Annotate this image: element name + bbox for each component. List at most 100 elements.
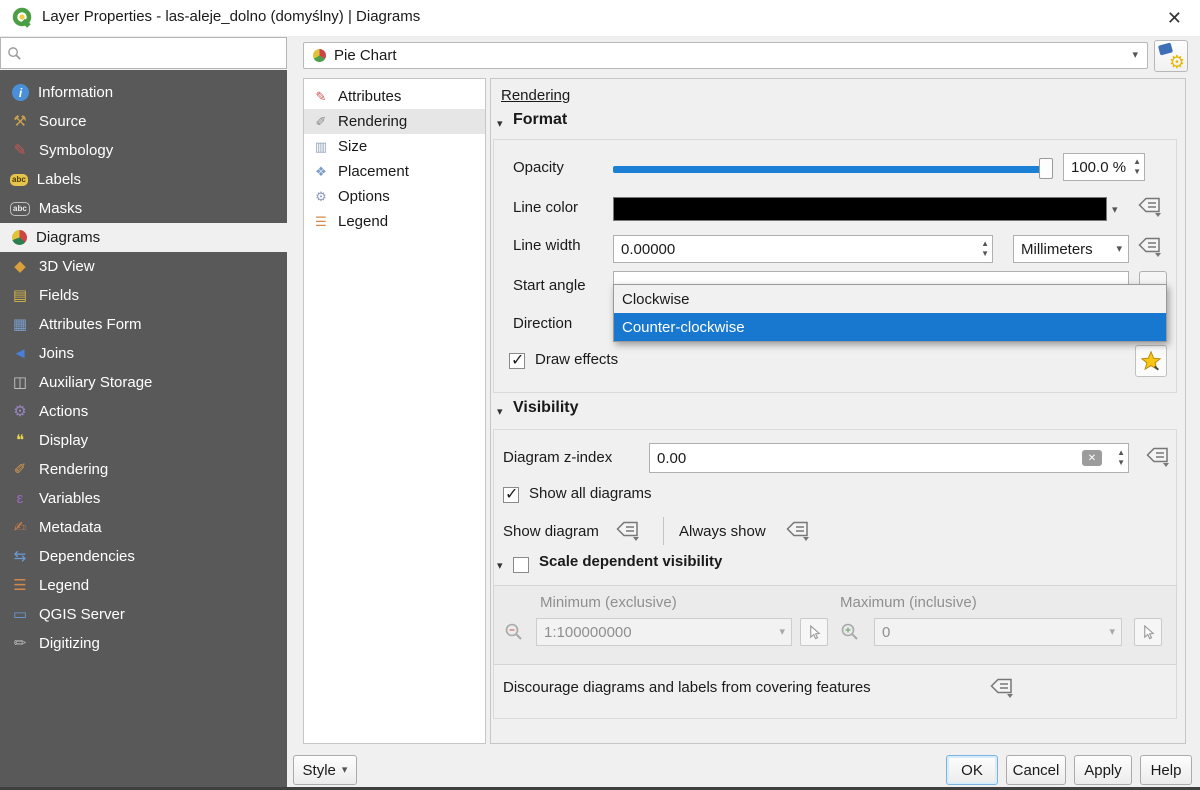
diagram-type-combo[interactable]: Pie Chart ▾	[303, 42, 1148, 69]
sidebar-item-information[interactable]: iInformation	[0, 78, 287, 107]
sidebar-item-rendering[interactable]: ✐Rendering	[0, 455, 287, 484]
search-icon	[7, 46, 22, 61]
scale-dependent-label: Scale dependent visibility	[539, 553, 722, 570]
clear-field-icon[interactable]: ✕	[1082, 450, 1102, 466]
spin-arrows[interactable]: ▲▼	[1117, 449, 1125, 467]
symbology-icon: ✎	[10, 143, 30, 158]
apply-button-label: Apply	[1084, 762, 1122, 779]
line-color-dropdown-icon[interactable]: ▾	[1112, 205, 1118, 216]
z-index-override-button[interactable]	[1143, 445, 1173, 471]
opacity-slider-track[interactable]	[613, 166, 1041, 173]
diagram-z-index-spinbox[interactable]: 0.00 ✕ ▲▼	[649, 443, 1129, 473]
sidebar-item-fields[interactable]: ▤Fields	[0, 281, 287, 310]
legend-icon: ☰	[10, 578, 30, 593]
opacity-spinbox[interactable]: 100.0 % ▲▼	[1063, 153, 1145, 181]
chevron-down-icon: ▾	[342, 765, 348, 776]
line-color-override-button[interactable]	[1135, 195, 1165, 221]
variables-icon: ε	[10, 491, 30, 506]
scale-dependent-checkbox[interactable]	[513, 557, 529, 573]
sidebar-item-dependencies[interactable]: ⇆Dependencies	[0, 542, 287, 571]
close-icon[interactable]: ✕	[1163, 6, 1186, 31]
start-angle-spinbox[interactable]	[613, 271, 1129, 284]
spin-up-icon[interactable]: ▲	[1133, 158, 1141, 166]
3d-view-icon: ◆	[10, 259, 30, 274]
sidebar-item-legend[interactable]: ☰Legend	[0, 571, 287, 600]
spin-down-icon[interactable]: ▼	[1133, 168, 1141, 176]
attributes-icon: ✎	[312, 90, 330, 103]
spin-down-icon[interactable]: ▼	[981, 250, 989, 258]
sidebar-item-metadata[interactable]: ✍Metadata	[0, 513, 287, 542]
show-diagram-override-button[interactable]	[613, 519, 643, 545]
minimum-scale-value: 1:100000000	[544, 624, 632, 641]
collapse-icon-scale-dependent[interactable]: ▾	[497, 559, 503, 572]
tab-options[interactable]: ⚙Options	[304, 184, 485, 209]
show-all-diagrams-checkbox[interactable]: ✓	[503, 487, 519, 503]
actions-icon: ⚙	[10, 404, 30, 419]
line-width-unit-combo[interactable]: Millimeters ▾	[1013, 235, 1129, 263]
sidebar-item-actions[interactable]: ⚙Actions	[0, 397, 287, 426]
sidebar-item-diagrams[interactable]: Diagrams	[0, 223, 287, 252]
spin-down-icon[interactable]: ▼	[1117, 459, 1125, 467]
window-title: Layer Properties - las-aleje_dolno (domy…	[42, 8, 420, 25]
direction-option-clockwise[interactable]: Clockwise	[614, 285, 1166, 313]
spin-up-icon[interactable]: ▲	[981, 240, 989, 248]
dependencies-icon: ⇆	[10, 549, 30, 564]
sidebar-item-source[interactable]: ⚒Source	[0, 107, 287, 136]
help-button[interactable]: Help	[1140, 755, 1192, 785]
option-label: Counter-clockwise	[622, 319, 745, 336]
draw-effects-checkbox[interactable]: ✓	[509, 353, 525, 369]
effects-customize-button[interactable]	[1135, 345, 1167, 377]
always-show-override-button[interactable]	[783, 519, 813, 545]
automated-placement-settings-button[interactable]: ⚙	[1154, 40, 1188, 72]
display-icon: ❝	[10, 433, 30, 448]
sidebar-item-attributes-form[interactable]: ▦Attributes Form	[0, 310, 287, 339]
style-button[interactable]: Style ▾	[293, 755, 357, 785]
rendering-icon: ✐	[312, 115, 330, 128]
sidebar-item-label: Digitizing	[39, 635, 100, 652]
collapse-icon-format[interactable]: ▾	[497, 117, 503, 130]
sidebar-item-masks[interactable]: abcMasks	[0, 194, 287, 223]
star-icon	[1140, 350, 1162, 372]
minimum-scale-combo[interactable]: 1:100000000 ▾	[536, 618, 792, 646]
sidebar-item-label: Rendering	[39, 461, 108, 478]
spin-arrows[interactable]: ▲▼	[981, 240, 989, 258]
sidebar-item-auxiliary-storage[interactable]: ◫Auxiliary Storage	[0, 368, 287, 397]
opacity-slider-handle[interactable]	[1039, 158, 1053, 179]
line-width-spinbox[interactable]: 0.00000 ▲▼	[613, 235, 993, 263]
ok-button[interactable]: OK	[946, 755, 998, 785]
tab-placement[interactable]: ❖Placement	[304, 159, 485, 184]
sidebar-item-display[interactable]: ❝Display	[0, 426, 287, 455]
sidebar-item-digitizing[interactable]: ✏Digitizing	[0, 629, 287, 658]
minimum-scale-label: Minimum (exclusive)	[540, 594, 677, 611]
direction-option-counter-clockwise[interactable]: Counter-clockwise	[614, 313, 1166, 341]
search-input[interactable]	[28, 44, 286, 62]
line-color-swatch[interactable]	[613, 197, 1107, 221]
spin-up-icon[interactable]: ▲	[1117, 449, 1125, 457]
sidebar-item-labels[interactable]: abcLabels	[0, 165, 287, 194]
sidebar-item-joins[interactable]: ◄Joins	[0, 339, 287, 368]
discourage-override-button[interactable]	[987, 676, 1017, 702]
tab-rendering[interactable]: ✐Rendering	[304, 109, 485, 134]
tab-attributes[interactable]: ✎Attributes	[304, 84, 485, 109]
format-section-title: Format	[513, 111, 567, 129]
apply-button[interactable]: Apply	[1074, 755, 1132, 785]
line-width-override-button[interactable]	[1135, 235, 1165, 261]
legend-icon: ☰	[312, 215, 330, 228]
cancel-button[interactable]: Cancel	[1006, 755, 1066, 785]
always-show-label: Always show	[679, 523, 766, 540]
set-min-to-canvas-scale-button[interactable]	[800, 618, 828, 646]
start-angle-override-button[interactable]	[1139, 271, 1167, 284]
tab-size[interactable]: ▥Size	[304, 134, 485, 159]
sidebar-item-label: Diagrams	[36, 229, 100, 246]
sidebar-item-3d-view[interactable]: ◆3D View	[0, 252, 287, 281]
sidebar-item-qgis-server[interactable]: ▭QGIS Server	[0, 600, 287, 629]
spin-arrows[interactable]: ▲▼	[1133, 158, 1141, 176]
set-max-to-canvas-scale-button[interactable]	[1134, 618, 1162, 646]
sidebar-item-variables[interactable]: εVariables	[0, 484, 287, 513]
tab-legend[interactable]: ☰Legend	[304, 209, 485, 234]
zoom-out-icon	[502, 620, 526, 644]
maximum-scale-combo[interactable]: 0 ▾	[874, 618, 1122, 646]
line-color-label: Line color	[513, 199, 578, 216]
sidebar-item-symbology[interactable]: ✎Symbology	[0, 136, 287, 165]
collapse-icon-visibility[interactable]: ▾	[497, 405, 503, 418]
